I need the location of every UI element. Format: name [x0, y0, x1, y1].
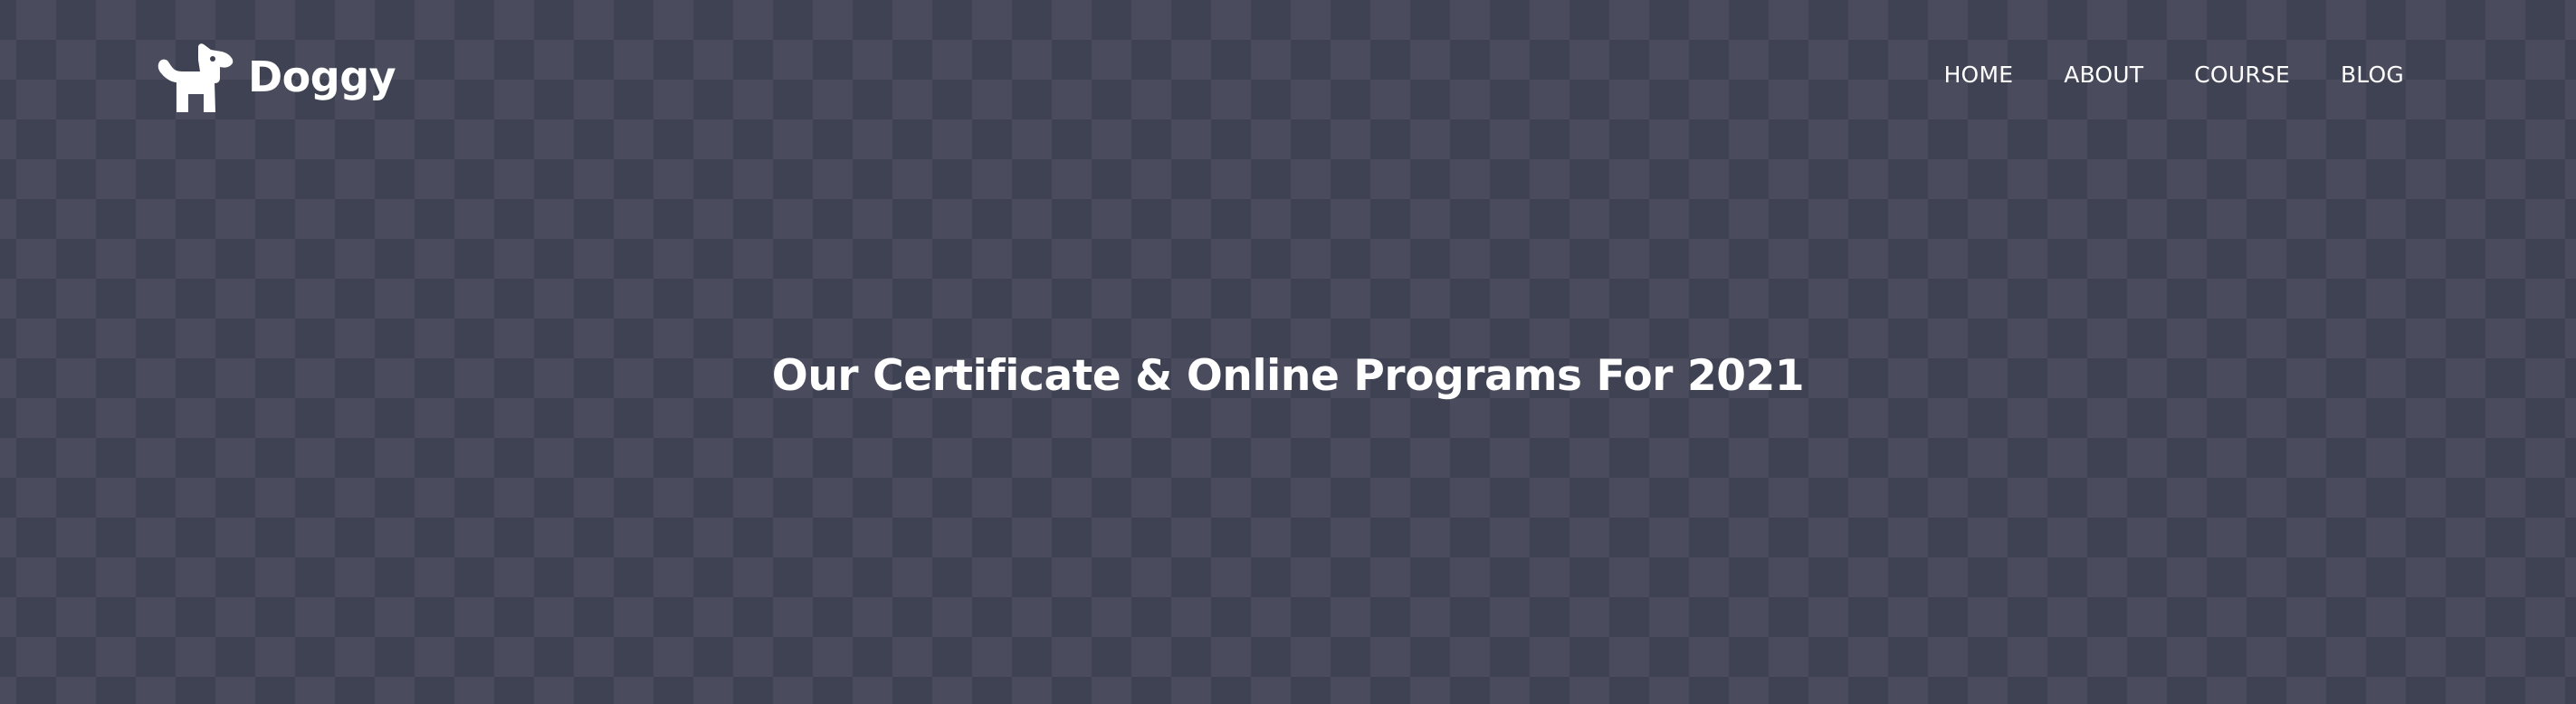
dog-icon — [157, 43, 234, 112]
brand-name: Doggy — [248, 52, 396, 101]
brand-logo-link[interactable]: Doggy — [157, 40, 396, 114]
site-header: Doggy HOME ABOUT COURSE BLOG — [0, 0, 2576, 154]
hero-headline: Our Certificate & Online Programs For 20… — [771, 351, 1805, 401]
nav-blog-link[interactable]: BLOG — [2341, 58, 2404, 92]
main-navigation: HOME ABOUT COURSE BLOG — [1944, 58, 2404, 92]
nav-about-link[interactable]: ABOUT — [2064, 58, 2143, 92]
nav-course-link[interactable]: COURSE — [2194, 58, 2290, 92]
nav-home-link[interactable]: HOME — [1944, 58, 2014, 92]
hero-section: Doggy HOME ABOUT COURSE BLOG Our Certifi… — [0, 0, 2576, 704]
